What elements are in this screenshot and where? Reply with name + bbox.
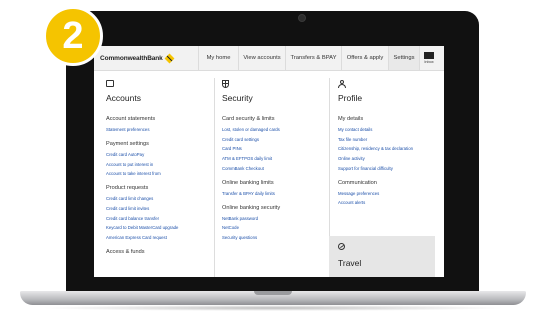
settings-link[interactable]: NetBank password — [222, 216, 322, 221]
group-title: My details — [338, 116, 364, 122]
group-title: Online banking limits — [222, 179, 274, 186]
step-number-badge: 2 — [43, 6, 103, 66]
settings-link[interactable]: Account to put interest in — [106, 162, 206, 167]
settings-link[interactable]: Credit card limit changes — [106, 196, 206, 201]
person-icon — [338, 80, 438, 88]
settings-link[interactable]: Message preferences — [338, 191, 438, 196]
settings-group: Product requests Credit card limit change… — [106, 185, 206, 240]
group-title: Account statements — [106, 116, 156, 122]
column-divider — [214, 78, 215, 277]
settings-group: Payment settings Credit card AutoPay Accou… — [106, 141, 206, 176]
settings-link[interactable]: Credit card balance transfer — [106, 216, 206, 221]
nav-item-offers-apply[interactable]: Offers & apply — [341, 46, 388, 70]
settings-link[interactable]: Account alerts — [338, 200, 438, 205]
settings-link[interactable]: ATM & EFTPOS daily limit — [222, 156, 322, 161]
security-column: Security Card security & limits Lost, stol… — [222, 80, 322, 249]
settings-link[interactable]: Citizenship, residency & tax declaration — [338, 146, 438, 151]
laptop-base — [20, 291, 526, 305]
laptop-shadow — [40, 305, 506, 311]
inbox-label: Inbox — [424, 60, 434, 64]
webcam — [298, 14, 306, 22]
settings-link[interactable]: Credit card limit invites — [106, 206, 206, 211]
shield-icon-shape — [222, 80, 229, 88]
settings-link[interactable]: CommBank Checkout — [222, 166, 322, 171]
settings-link[interactable]: Online activity — [338, 156, 438, 161]
settings-link[interactable]: American Express Card request — [106, 235, 206, 240]
settings-group: Card security & limits Lost, stolen or da… — [222, 116, 322, 171]
settings-link[interactable]: Transfer & BPAY daily limits — [222, 191, 322, 196]
column-title: Profile — [338, 93, 363, 103]
column-title: Accounts — [106, 93, 141, 103]
group-title: Access & funds — [106, 249, 145, 256]
settings-group: Online banking security NetBank password N… — [222, 205, 322, 240]
nav-item-transfers-bpay[interactable]: Transfers & BPAY — [285, 46, 341, 70]
settings-link[interactable]: Account to take interest from — [106, 171, 206, 176]
travel-tile[interactable]: Travel — [329, 236, 435, 277]
group-title: Product requests — [106, 185, 149, 192]
nav-menu: My home View accounts Transfers & BPAY Offe… — [198, 46, 438, 70]
settings-link[interactable]: Credit card settings — [222, 137, 322, 142]
nav-item-view-accounts[interactable]: View accounts — [238, 46, 285, 70]
group-title: Communication — [338, 179, 377, 186]
settings-link[interactable]: Support for financial difficulty — [338, 166, 438, 171]
settings-link[interactable]: Keycard to Debit MasterCard upgrade — [106, 225, 206, 230]
top-nav: CommonwealthBank My home View accounts Tra… — [94, 46, 444, 71]
base-notch — [254, 291, 292, 295]
settings-group: Account statements Statement preferences — [106, 116, 206, 132]
wallet-icon — [106, 80, 206, 88]
settings-link[interactable]: Card PINs — [222, 146, 322, 151]
compass-icon — [338, 243, 345, 250]
settings-link[interactable]: Security questions — [222, 235, 322, 240]
settings-link[interactable]: Statement preferences — [106, 127, 206, 132]
settings-link[interactable]: NetCode — [222, 225, 322, 230]
settings-group: Online banking limits Transfer & BPAY dai… — [222, 180, 322, 196]
nav-item-settings[interactable]: Settings — [388, 46, 419, 70]
inbox-button[interactable]: Inbox — [419, 46, 438, 70]
group-title: Card security & limits — [222, 116, 275, 122]
envelope-icon — [424, 52, 434, 59]
group-title: Online banking security — [222, 204, 281, 211]
profile-column: Profile My details My contact details Tax f… — [338, 80, 438, 214]
brand-name: CommonwealthBank — [100, 54, 163, 62]
column-title: Security — [222, 93, 253, 103]
commbank-diamond-icon — [164, 53, 175, 63]
wallet-icon-shape — [106, 80, 114, 87]
step-number: 2 — [62, 15, 84, 57]
settings-link[interactable]: Tax file number — [338, 137, 438, 142]
settings-link[interactable]: Credit card AutoPay — [106, 152, 206, 157]
nav-item-my-home[interactable]: My home — [198, 46, 238, 70]
settings-group: Communication Message preferences Account … — [338, 180, 438, 206]
travel-title: Travel — [338, 258, 362, 268]
settings-link[interactable]: Lost, stolen or damaged cards — [222, 127, 322, 132]
commbank-logo[interactable]: CommonwealthBank — [100, 52, 175, 64]
shield-icon — [222, 80, 322, 88]
browser-screen: CommonwealthBank My home View accounts Tra… — [94, 46, 444, 277]
settings-link[interactable]: My contact details — [338, 127, 438, 132]
person-icon-shape — [338, 80, 346, 88]
group-title: Payment settings — [106, 141, 149, 147]
settings-group: Access & funds — [106, 249, 206, 255]
accounts-column: Accounts Account statements Statement pref… — [106, 80, 206, 264]
settings-group: My details My contact details Tax file num… — [338, 116, 438, 171]
